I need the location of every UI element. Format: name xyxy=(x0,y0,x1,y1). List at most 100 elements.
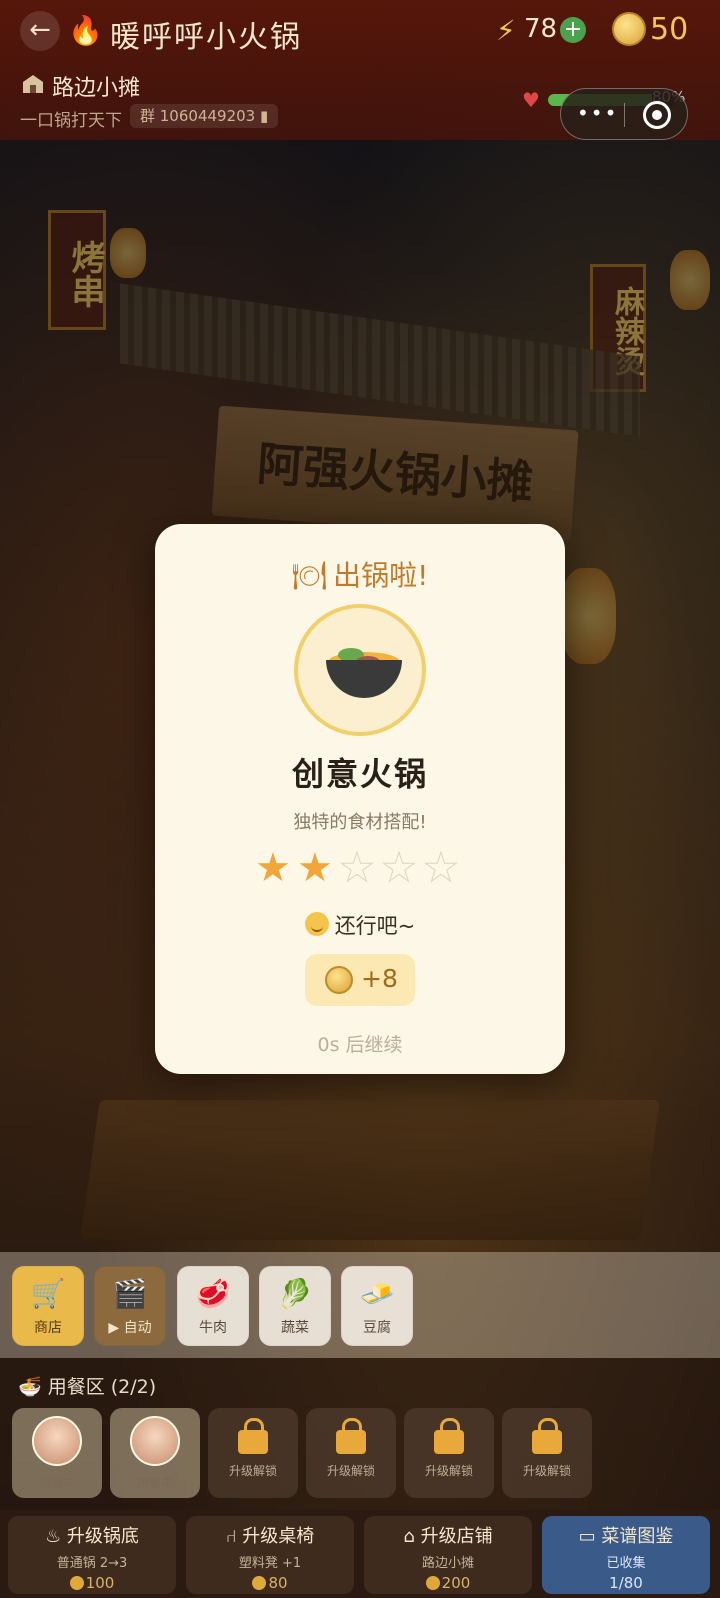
locked-slot[interactable]: 升级解锁 xyxy=(208,1408,298,1498)
reward-amount: +8 xyxy=(361,964,398,993)
recipe-progress: 1/80 xyxy=(609,1574,643,1592)
add-energy-button[interactable]: + xyxy=(560,17,586,43)
shop-icon xyxy=(23,75,43,93)
star-filled-icon: ★ xyxy=(297,845,333,891)
locked-slot[interactable]: 升级解锁 xyxy=(502,1408,592,1498)
slot-status: 升级解锁 xyxy=(326,1464,375,1478)
miniprogram-capsule: ••• xyxy=(560,88,688,140)
slot-status: 升级解锁 xyxy=(228,1464,277,1478)
tool-label: 牛肉 xyxy=(199,1320,227,1336)
vegetables-button[interactable]: 🥬 蔬菜 xyxy=(259,1266,331,1346)
dish-description: 独特的食材搭配! xyxy=(293,812,427,833)
table-icon: 🍜 xyxy=(18,1376,48,1398)
dining-slot[interactable]: 用餐中 xyxy=(12,1408,102,1498)
upgrade-tables-button[interactable]: ⑁ 升级桌椅 塑料凳 +1 80 xyxy=(186,1516,354,1594)
energy-value: 78 xyxy=(524,14,558,44)
relieved-face-icon xyxy=(304,912,329,936)
dining-slot[interactable]: 用餐中 xyxy=(110,1408,200,1498)
video-icon: ▶ xyxy=(108,1320,124,1336)
upgrade-shop-button[interactable]: ⌂ 升级店铺 路边小摊 200 xyxy=(364,1516,532,1594)
lock-icon xyxy=(434,1418,464,1454)
shop-name: 路边小摊 xyxy=(52,76,141,101)
lock-icon xyxy=(238,1418,268,1454)
tofu-icon: 🧈 xyxy=(359,1277,395,1310)
dialog-heading-text: 出锅啦! xyxy=(333,559,429,592)
back-arrow-icon: ← xyxy=(29,15,51,45)
coin-icon xyxy=(252,1576,267,1590)
verdict-text: 还行吧~ xyxy=(334,914,416,938)
customer-avatar xyxy=(130,1416,180,1466)
locked-slot[interactable]: 升级解锁 xyxy=(404,1408,494,1498)
shop-icon: ⌂ xyxy=(403,1526,421,1547)
clapperboard-icon: 🎬 xyxy=(112,1277,148,1310)
beef-button[interactable]: 🥩 牛肉 xyxy=(177,1266,249,1346)
group-chip[interactable]: 群 1060449203 ▮ xyxy=(130,104,279,128)
coin-balance: 50 xyxy=(650,12,689,47)
tool-label: 商店 xyxy=(34,1320,62,1336)
upgrade-detail: 塑料凳 +1 xyxy=(238,1556,302,1571)
close-miniprogram-button[interactable] xyxy=(643,101,671,129)
upgrade-title: ⌂ 升级店铺 xyxy=(403,1526,493,1547)
recipe-book-button[interactable]: ▭ 菜谱图鉴 已收集 1/80 xyxy=(542,1516,710,1594)
dining-area-title: 🍜 用餐区 (2/2) xyxy=(18,1376,157,1398)
lightning-icon: ⚡ xyxy=(496,14,516,47)
hotpot-icon xyxy=(326,648,402,698)
group-number: 群 1060449203 xyxy=(140,107,256,125)
customer-avatar xyxy=(32,1416,82,1466)
shop-slogan: 一口锅打天下 xyxy=(20,111,122,131)
verdict: 还行吧~ xyxy=(155,910,565,940)
coin-icon xyxy=(69,1576,84,1590)
coin-icon xyxy=(325,966,353,994)
slot-status: 用餐中 xyxy=(38,1476,75,1490)
star-empty-icon: ★ xyxy=(423,845,460,891)
dish-result-dialog: 🍽 出锅啦! 创意火锅 独特的食材搭配! ★ ★ ★ ★ ★ 还行吧~ +8 0s 后继续 xyxy=(155,524,565,1074)
back-button[interactable]: ← xyxy=(20,11,60,51)
book-icon: ▭ xyxy=(578,1526,602,1547)
dish-name: 创意火锅 xyxy=(291,755,428,793)
continue-countdown[interactable]: 0s 后继续 xyxy=(155,1030,565,1057)
ingredient-toolbar: 🛒 商店 🎬 ▶ 自动 🥩 牛肉 🥬 蔬菜 🧈 豆腐 xyxy=(0,1252,720,1358)
upgrade-bar: ♨ 升级锅底 普通锅 2→3 100 ⑁ 升级桌椅 塑料凳 +1 80 ⌂ 升级… xyxy=(0,1510,720,1598)
upgrade-detail: 普通锅 2→3 xyxy=(56,1556,128,1571)
recipe-collected-label: 已收集 xyxy=(606,1556,646,1571)
fire-icon: 🔥 xyxy=(68,14,103,47)
chair-icon: ⑁ xyxy=(225,1526,243,1547)
slot-status: 用餐中 xyxy=(136,1476,173,1490)
upgrade-title: ⑁ 升级桌椅 xyxy=(225,1526,315,1547)
capsule-divider xyxy=(624,103,625,127)
star-rating: ★ ★ ★ ★ ★ xyxy=(255,845,465,891)
upgrade-cost: 80 xyxy=(186,1574,354,1592)
lock-icon xyxy=(532,1418,562,1454)
copy-icon: ▮ xyxy=(259,107,269,125)
tofu-button[interactable]: 🧈 豆腐 xyxy=(341,1266,413,1346)
star-empty-icon: ★ xyxy=(381,845,418,891)
dining-area: 🍜 用餐区 (2/2) 用餐中 用餐中 升级解锁 升级解锁 升级解锁 升级解锁 xyxy=(0,1358,720,1510)
upgrade-pot-button[interactable]: ♨ 升级锅底 普通锅 2→3 100 xyxy=(8,1516,176,1594)
upgrade-title: ♨ 升级锅底 xyxy=(45,1526,139,1547)
beef-icon: 🥩 xyxy=(195,1277,231,1310)
pot-bowl xyxy=(326,660,402,698)
star-empty-icon: ★ xyxy=(339,845,376,891)
tool-label: 蔬菜 xyxy=(281,1320,309,1336)
pot-icon: ♨ xyxy=(45,1526,67,1547)
vegetables-icon: 🥬 xyxy=(277,1277,313,1310)
coin-reward: +8 xyxy=(305,954,415,1006)
tool-label: ▶ 自动 xyxy=(108,1320,152,1336)
dialog-heading: 🍽 出锅啦! xyxy=(155,554,565,594)
upgrade-cost: 200 xyxy=(364,1574,532,1592)
coin-icon xyxy=(425,1576,440,1590)
upgrade-title: ▭ 菜谱图鉴 xyxy=(578,1526,674,1547)
heart-icon: ♥ xyxy=(522,88,540,112)
game-title: 暖呼呼小火锅 xyxy=(110,20,302,55)
lock-icon xyxy=(336,1418,366,1454)
slot-status: 升级解锁 xyxy=(424,1464,473,1478)
star-filled-icon: ★ xyxy=(255,845,291,891)
upgrade-detail: 路边小摊 xyxy=(421,1556,474,1571)
plate-icon: 🍽 xyxy=(291,559,328,592)
dish-image xyxy=(294,604,426,736)
more-menu-button[interactable]: ••• xyxy=(577,101,618,125)
cart-icon: 🛒 xyxy=(30,1277,66,1310)
locked-slot[interactable]: 升级解锁 xyxy=(306,1408,396,1498)
shop-button[interactable]: 🛒 商店 xyxy=(12,1266,84,1346)
auto-button[interactable]: 🎬 ▶ 自动 xyxy=(94,1266,166,1346)
